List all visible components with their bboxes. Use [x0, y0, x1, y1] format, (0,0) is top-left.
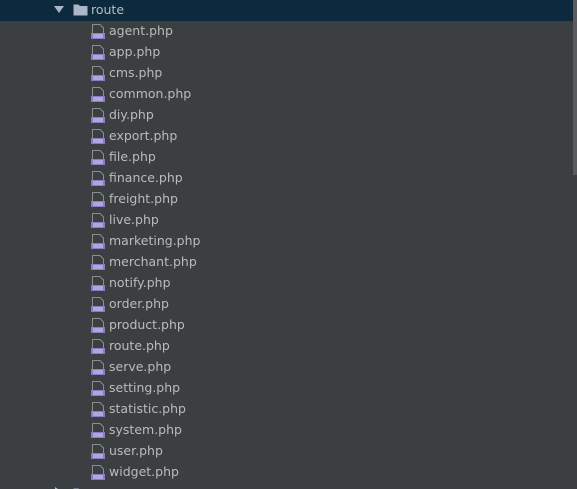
php-file-icon [91, 213, 105, 228]
tree-file-item[interactable]: merchant.php [0, 252, 573, 273]
file-label: common.php [109, 86, 192, 101]
php-file-icon [91, 234, 105, 249]
tree-file-item[interactable]: order.php [0, 294, 573, 315]
tree-file-item[interactable]: diy.php [0, 105, 573, 126]
php-file-icon [91, 192, 105, 207]
php-file-icon [91, 381, 105, 396]
php-file-icon [91, 129, 105, 144]
php-file-icon [91, 66, 105, 81]
tree-file-item[interactable]: file.php [0, 147, 573, 168]
tree-file-item[interactable]: marketing.php [0, 231, 573, 252]
file-label: app.php [109, 44, 161, 59]
file-label: product.php [109, 317, 185, 332]
tree-file-item[interactable]: system.php [0, 420, 573, 441]
file-label: diy.php [109, 107, 154, 122]
file-label: serve.php [109, 359, 172, 374]
tree-file-item[interactable]: user.php [0, 441, 573, 462]
php-file-icon [91, 171, 105, 186]
tree-file-item[interactable]: setting.php [0, 378, 573, 399]
folder-icon [73, 4, 88, 16]
php-file-icon [91, 24, 105, 39]
scrollbar-thumb[interactable] [573, 0, 577, 175]
tree-folder-partial[interactable] [0, 483, 573, 489]
vertical-scrollbar[interactable] [573, 0, 577, 489]
php-file-icon [91, 297, 105, 312]
php-file-icon [91, 255, 105, 270]
expand-arrow-icon[interactable] [53, 4, 65, 16]
tree-file-item[interactable]: cms.php [0, 63, 573, 84]
file-label: marketing.php [109, 233, 201, 248]
tree-file-item[interactable]: statistic.php [0, 399, 573, 420]
file-label: export.php [109, 128, 178, 143]
file-label: file.php [109, 149, 156, 164]
php-file-icon [91, 465, 105, 480]
tree-file-item[interactable]: serve.php [0, 357, 573, 378]
file-label: merchant.php [109, 254, 197, 269]
file-label: finance.php [109, 170, 183, 185]
tree-file-item[interactable]: export.php [0, 126, 573, 147]
php-file-icon [91, 339, 105, 354]
tree-file-item[interactable]: live.php [0, 210, 573, 231]
php-file-icon [91, 150, 105, 165]
tree-file-item[interactable]: app.php [0, 42, 573, 63]
tree-file-item[interactable]: route.php [0, 336, 573, 357]
file-label: notify.php [109, 275, 171, 290]
tree-file-item[interactable]: finance.php [0, 168, 573, 189]
file-label: order.php [109, 296, 169, 311]
php-file-icon [91, 45, 105, 60]
file-label: widget.php [109, 464, 179, 479]
php-file-icon [91, 276, 105, 291]
file-label: system.php [109, 422, 182, 437]
file-label: setting.php [109, 380, 181, 395]
tree-file-item[interactable]: widget.php [0, 462, 573, 483]
project-tree-panel: route agent.php app.php cms.php common.php d… [0, 0, 577, 489]
file-label: user.php [109, 443, 163, 458]
tree-file-item[interactable]: freight.php [0, 189, 573, 210]
php-file-icon [91, 423, 105, 438]
tree-file-item[interactable]: notify.php [0, 273, 573, 294]
file-label: route.php [109, 338, 170, 353]
tree-file-item[interactable]: common.php [0, 84, 573, 105]
file-label: freight.php [109, 191, 178, 206]
php-file-icon [91, 87, 105, 102]
file-label: statistic.php [109, 401, 186, 416]
php-file-icon [91, 444, 105, 459]
file-label: cms.php [109, 65, 163, 80]
tree-folder-route[interactable]: route [0, 0, 573, 21]
file-label: live.php [109, 212, 159, 227]
php-file-icon [91, 318, 105, 333]
php-file-icon [91, 108, 105, 123]
php-file-icon [91, 360, 105, 375]
file-label: agent.php [109, 23, 173, 38]
php-file-icon [91, 402, 105, 417]
tree-file-item[interactable]: agent.php [0, 21, 573, 42]
folder-label: route [91, 2, 125, 17]
tree-file-item[interactable]: product.php [0, 315, 573, 336]
